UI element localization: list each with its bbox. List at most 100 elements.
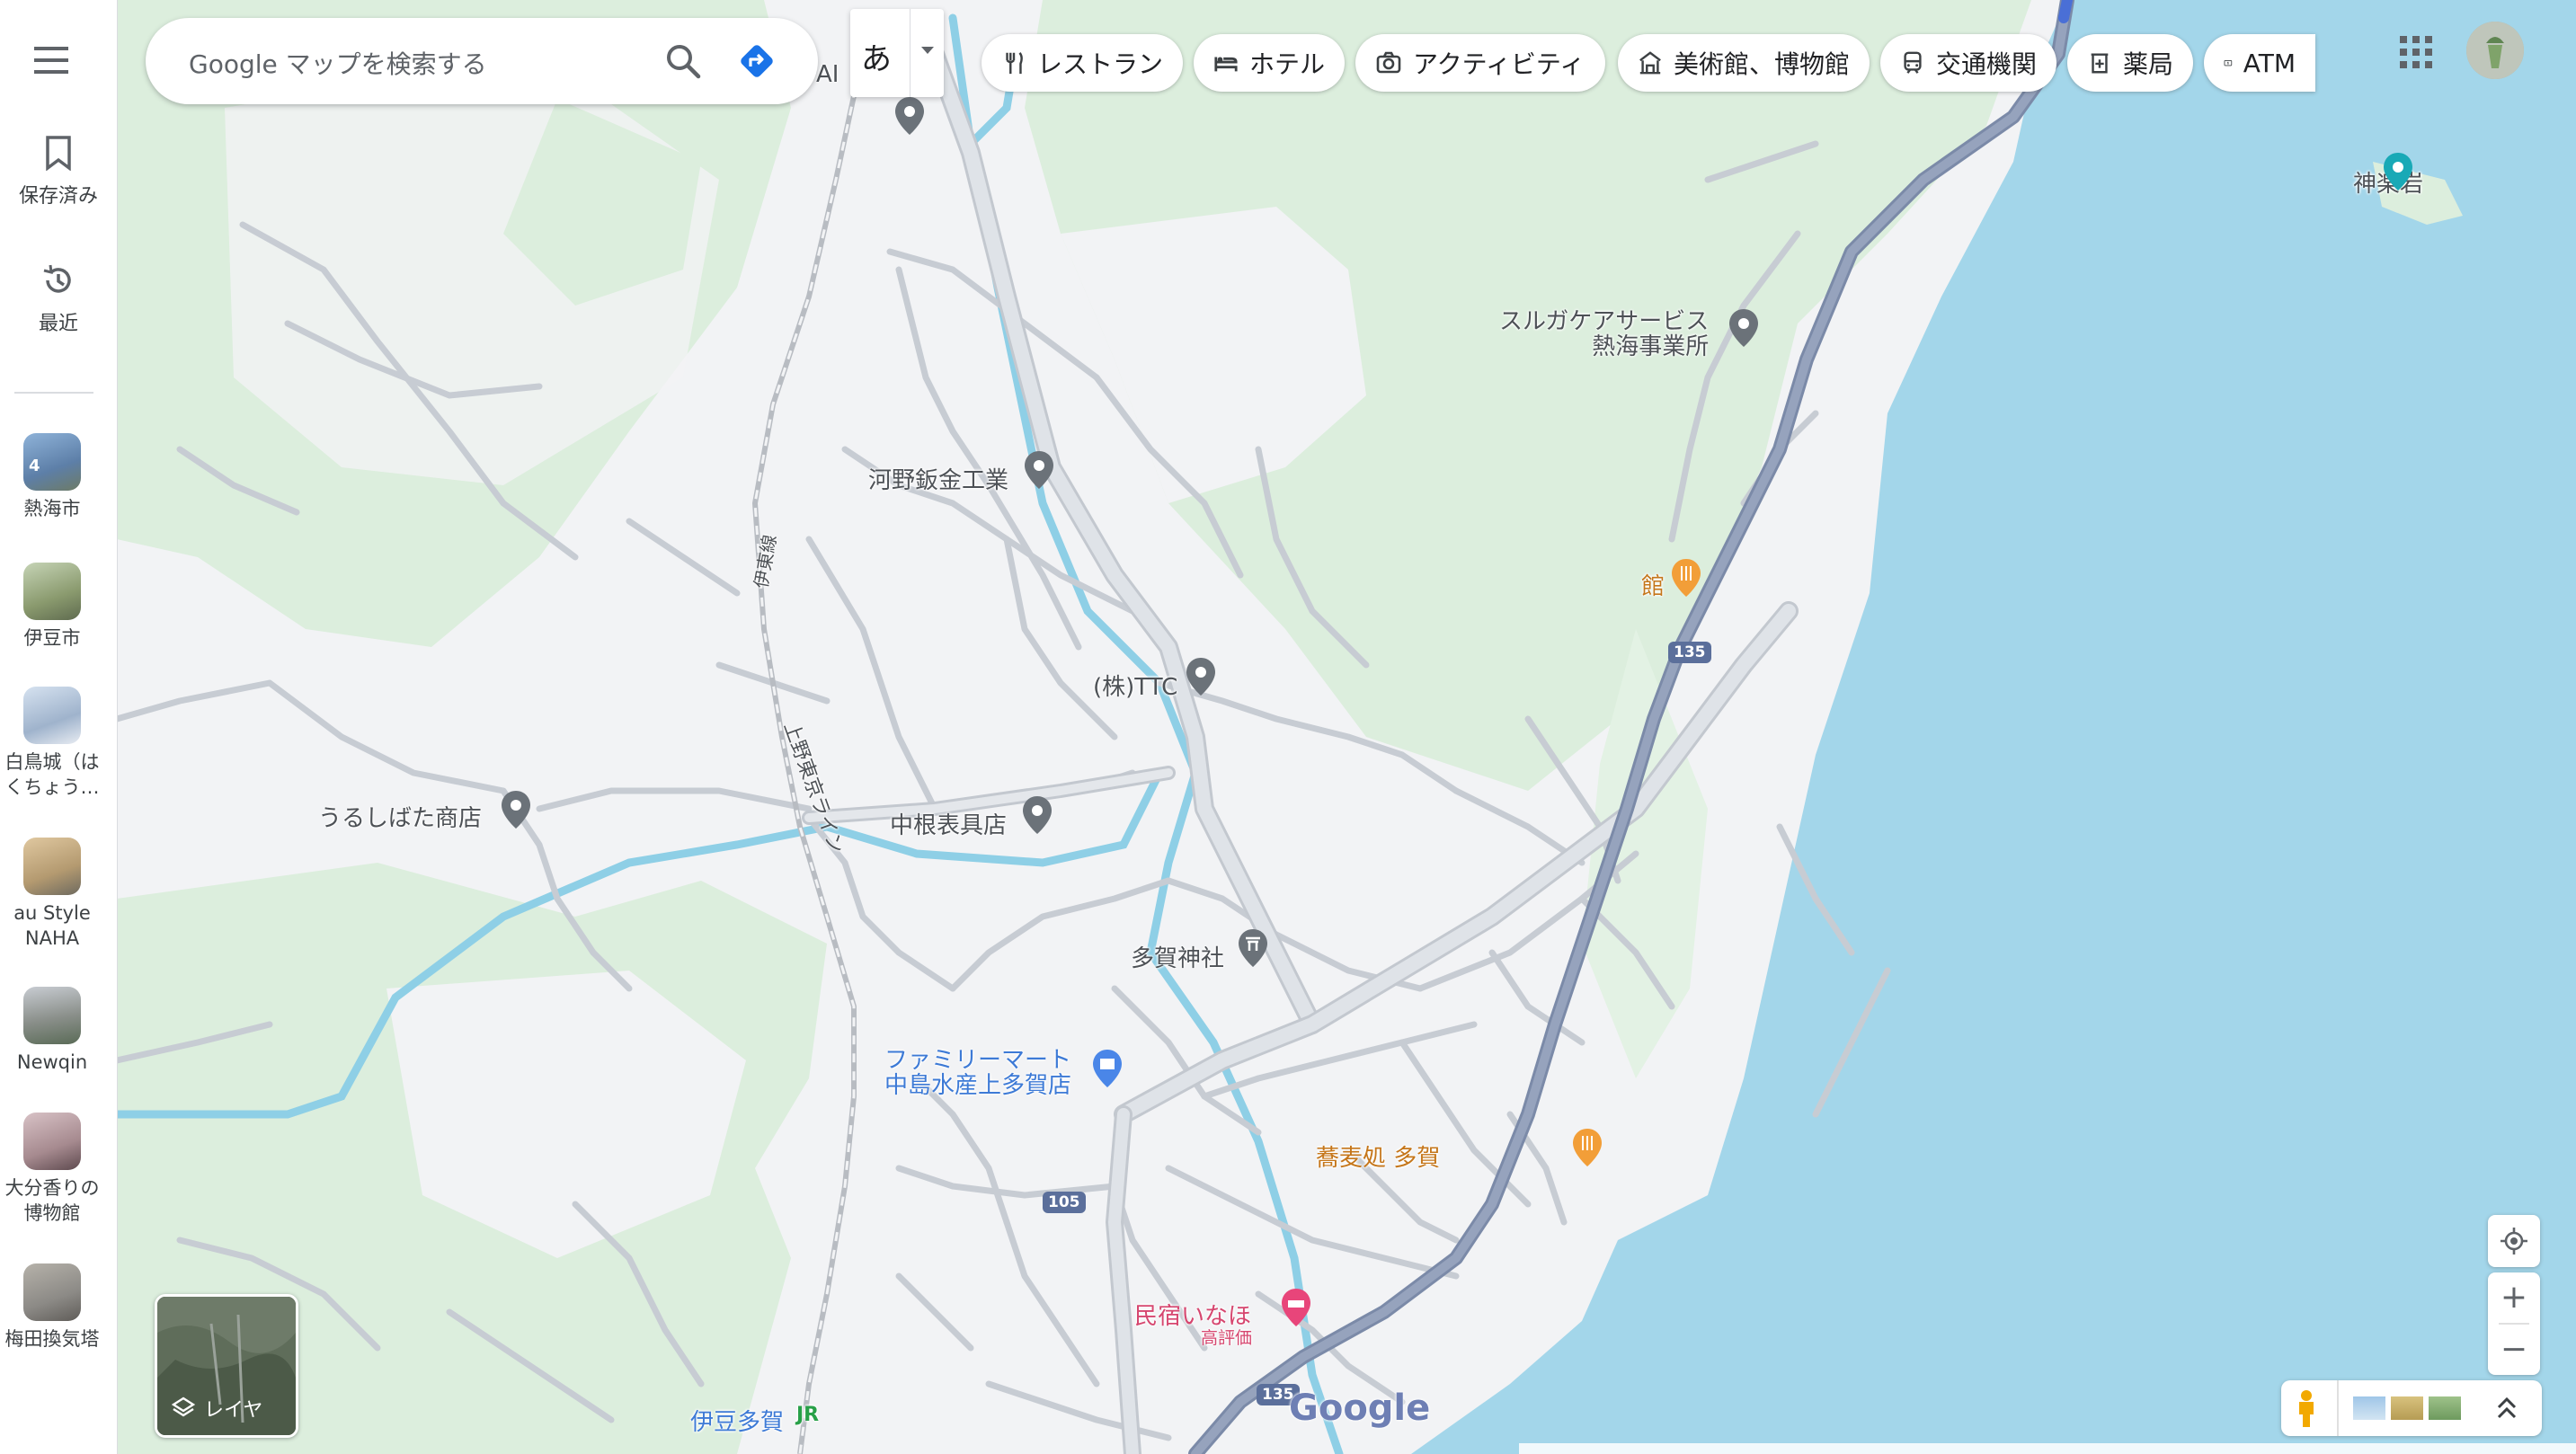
shrine-pin-icon[interactable] — [1235, 927, 1271, 971]
chip-label: アクティビティ — [1413, 49, 1586, 79]
place-thumbnail — [23, 1113, 81, 1170]
place-label[interactable]: うるしばた商店 — [318, 800, 482, 833]
hamburger-icon[interactable] — [34, 45, 72, 77]
recent-place-item[interactable]: 伊豆市 — [0, 563, 104, 651]
avatar[interactable] — [2466, 22, 2524, 79]
chip-label: 交通機関 — [1935, 49, 2037, 79]
saved-button[interactable]: 保存済み — [0, 135, 117, 208]
place-thumbnail — [23, 1263, 81, 1321]
recent-place-item[interactable]: au Style NAHA — [0, 838, 104, 951]
map-base — [117, 0, 2576, 1454]
my-location-button[interactable] — [2488, 1215, 2540, 1267]
ime-char: あ — [861, 41, 892, 77]
museum-icon — [1639, 51, 1661, 75]
history-icon — [43, 264, 71, 293]
station-label[interactable]: 伊豆多賀 — [690, 1404, 784, 1437]
route-shield: 105 — [1043, 1192, 1086, 1213]
place-label[interactable]: 河野鈑金工業 — [868, 462, 1008, 495]
chip-label: レストラン — [1036, 49, 1163, 79]
rating-label: 高評価 — [1201, 1328, 1253, 1348]
chip-pharmacy[interactable]: 薬局 — [2067, 34, 2193, 92]
map-footer — [1519, 1443, 2576, 1454]
route-shield: 135 — [1668, 642, 1711, 663]
map-canvas[interactable]: 135 105 135 伊東線 上野東京ライン 神楽岩 スルガケアサービス 熱海… — [117, 0, 2576, 1454]
place-label[interactable]: AI — [816, 61, 839, 88]
recent-label: 最近 — [38, 313, 78, 335]
chip-label: ホテル — [1248, 49, 1325, 79]
recent-place-label: 熱海市 — [23, 498, 81, 519]
directions-icon[interactable] — [733, 38, 780, 84]
restaurant-icon — [1006, 52, 1023, 75]
restaurant-pin-icon[interactable] — [1569, 1127, 1605, 1170]
recent-place-label: Newqin — [16, 1051, 88, 1073]
imagery-thumb[interactable] — [2353, 1396, 2385, 1420]
ime-toggle[interactable]: あ — [850, 9, 944, 97]
chip-transit[interactable]: 交通機関 — [1880, 34, 2056, 92]
recent-place-label: au Style NAHA — [13, 902, 91, 949]
search-icon[interactable] — [662, 40, 705, 83]
place-label[interactable]: (株)TTC — [1093, 669, 1177, 702]
bottom-tray — [2281, 1380, 2542, 1436]
search-box[interactable]: Google マップを検索する — [146, 18, 818, 104]
my-location-icon — [2500, 1228, 2527, 1255]
imagery-thumb[interactable] — [2429, 1396, 2461, 1420]
place-label[interactable]: ファミリーマート 中島水産上多賀店 — [884, 1048, 1071, 1098]
place-label[interactable]: 蕎麦処 多賀 — [1316, 1139, 1440, 1173]
jr-badge-icon: JR — [796, 1404, 820, 1426]
place-thumbnail — [23, 563, 81, 620]
recent-button[interactable]: 最近 — [0, 262, 117, 336]
avatar-image — [2466, 22, 2524, 79]
recent-place-item[interactable]: 大分香りの博物館 — [0, 1113, 104, 1226]
chip-museums[interactable]: 美術館、博物館 — [1618, 34, 1870, 92]
place-pin-icon[interactable] — [892, 95, 928, 138]
recent-place-label: 白鳥城（はくちょう… — [4, 751, 100, 798]
place-pin-icon[interactable] — [1726, 307, 1762, 350]
hotel-pin-icon[interactable] — [1278, 1287, 1314, 1330]
chevron-up-icon[interactable] — [2495, 1395, 2518, 1422]
maps-app: 135 105 135 伊東線 上野東京ライン 神楽岩 スルガケアサービス 熱海… — [0, 0, 2576, 1454]
place-label[interactable]: スルガケアサービス 熱海事業所 — [1499, 309, 1709, 359]
hotel-icon — [1214, 57, 1238, 72]
zoom-controls: + − — [2488, 1272, 2540, 1375]
recent-place-item[interactable]: 白鳥城（はくちょう… — [0, 687, 104, 800]
chip-label: 薬局 — [2122, 49, 2173, 79]
recent-place-item[interactable]: Newqin — [0, 987, 104, 1075]
place-label[interactable]: 多賀神社 — [1131, 940, 1224, 973]
place-pin-icon[interactable] — [1019, 794, 1055, 838]
recent-place-label: 大分香りの博物館 — [4, 1177, 100, 1224]
store-pin-icon[interactable] — [1089, 1048, 1125, 1091]
layers-icon — [172, 1396, 195, 1417]
layers-label: レイヤ — [204, 1399, 263, 1422]
place-thumbnail — [23, 987, 81, 1044]
imagery-thumb[interactable] — [2391, 1396, 2423, 1420]
search-input[interactable]: Google マップを検索する — [189, 45, 487, 81]
place-pin-icon[interactable] — [498, 789, 534, 832]
pegman-icon[interactable] — [2294, 1389, 2319, 1429]
apps-grid-icon[interactable] — [2398, 34, 2434, 70]
place-pin-icon[interactable] — [1183, 656, 1219, 699]
chip-atm[interactable]: ATM — [2204, 34, 2315, 92]
place-label[interactable]: 館 — [1641, 568, 1665, 601]
recent-place-item[interactable]: 4 熱海市 — [0, 433, 104, 521]
place-pin-icon[interactable] — [1021, 449, 1057, 492]
count-badge: 4 — [29, 457, 40, 475]
saved-label: 保存済み — [18, 185, 98, 208]
place-thumbnail — [23, 838, 81, 895]
recent-place-item[interactable]: 梅田換気塔 — [0, 1263, 104, 1352]
chip-activities[interactable]: アクティビティ — [1355, 34, 1605, 92]
place-thumbnail — [23, 687, 81, 744]
atm-icon — [2224, 59, 2233, 66]
zoom-in-button[interactable]: + — [2488, 1272, 2540, 1323]
chip-restaurants[interactable]: レストラン — [982, 34, 1183, 92]
tray-divider — [2337, 1380, 2339, 1436]
attraction-pin-icon[interactable] — [2380, 151, 2416, 194]
zoom-out-button[interactable]: − — [2488, 1325, 2540, 1375]
bookmark-icon — [46, 136, 71, 172]
ime-dropdown[interactable] — [910, 9, 945, 97]
chip-label: 美術館、博物館 — [1673, 49, 1850, 79]
restaurant-pin-icon[interactable] — [1668, 557, 1704, 600]
chip-hotels[interactable]: ホテル — [1194, 34, 1345, 92]
chip-label: ATM — [2243, 48, 2296, 78]
place-label[interactable]: 中根表具店 — [890, 807, 1007, 840]
layers-button[interactable]: レイヤ — [155, 1294, 298, 1438]
